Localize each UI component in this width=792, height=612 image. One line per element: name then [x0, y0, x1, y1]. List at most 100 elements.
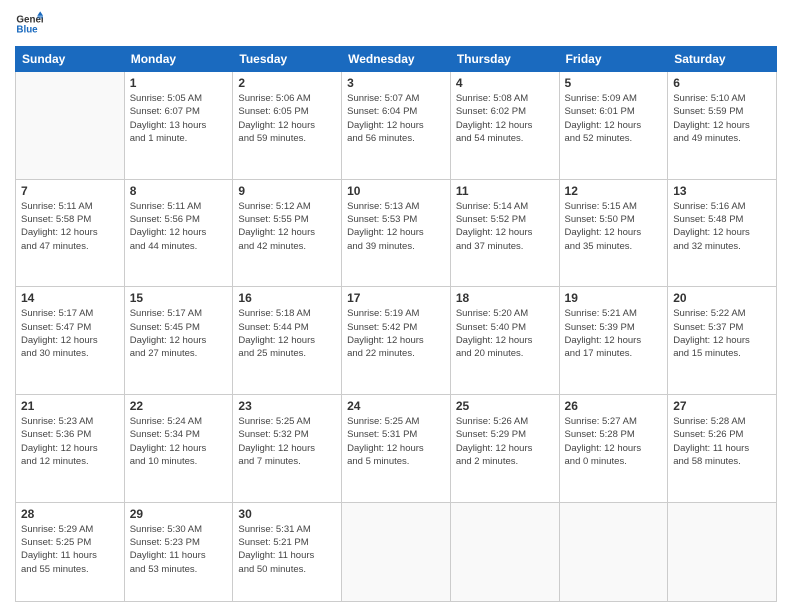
day-info: Sunrise: 5:25 AMSunset: 5:32 PMDaylight:…	[238, 415, 336, 468]
day-number: 23	[238, 399, 336, 413]
day-number: 5	[565, 76, 663, 90]
day-info: Sunrise: 5:15 AMSunset: 5:50 PMDaylight:…	[565, 200, 663, 253]
weekday-saturday: Saturday	[668, 47, 777, 72]
day-info: Sunrise: 5:12 AMSunset: 5:55 PMDaylight:…	[238, 200, 336, 253]
day-number: 4	[456, 76, 554, 90]
calendar-cell: 18 Sunrise: 5:20 AMSunset: 5:40 PMDayligh…	[450, 287, 559, 395]
calendar-cell: 13 Sunrise: 5:16 AMSunset: 5:48 PMDayligh…	[668, 179, 777, 287]
calendar-cell: 28Sunrise: 5:29 AMSunset: 5:25 PMDayligh…	[16, 502, 125, 601]
calendar-week-4: 28Sunrise: 5:29 AMSunset: 5:25 PMDayligh…	[16, 502, 777, 601]
day-info: Sunrise: 5:18 AMSunset: 5:44 PMDaylight:…	[238, 307, 336, 360]
day-number: 18	[456, 291, 554, 305]
day-info: Sunrise: 5:14 AMSunset: 5:52 PMDaylight:…	[456, 200, 554, 253]
day-info: Sunrise: 5:06 AMSunset: 6:05 PMDaylight:…	[238, 92, 336, 145]
day-number: 12	[565, 184, 663, 198]
day-info: Sunrise: 5:20 AMSunset: 5:40 PMDaylight:…	[456, 307, 554, 360]
day-number: 2	[238, 76, 336, 90]
calendar-cell: 30Sunrise: 5:31 AMSunset: 5:21 PMDayligh…	[233, 502, 342, 601]
weekday-wednesday: Wednesday	[342, 47, 451, 72]
day-number: 20	[673, 291, 771, 305]
calendar-week-2: 14 Sunrise: 5:17 AMSunset: 5:47 PMDayligh…	[16, 287, 777, 395]
calendar-cell: 7 Sunrise: 5:11 AMSunset: 5:58 PMDaylight…	[16, 179, 125, 287]
calendar-cell: 4 Sunrise: 5:08 AMSunset: 6:02 PMDaylight…	[450, 72, 559, 180]
weekday-sunday: Sunday	[16, 47, 125, 72]
day-info: Sunrise: 5:27 AMSunset: 5:28 PMDaylight:…	[565, 415, 663, 468]
day-number: 8	[130, 184, 228, 198]
calendar-cell: 26 Sunrise: 5:27 AMSunset: 5:28 PMDayligh…	[559, 395, 668, 503]
day-number: 26	[565, 399, 663, 413]
calendar-week-1: 7 Sunrise: 5:11 AMSunset: 5:58 PMDaylight…	[16, 179, 777, 287]
calendar-cell: 9 Sunrise: 5:12 AMSunset: 5:55 PMDaylight…	[233, 179, 342, 287]
day-number: 21	[21, 399, 119, 413]
day-number: 29	[130, 507, 228, 521]
day-number: 9	[238, 184, 336, 198]
calendar-body: 1 Sunrise: 5:05 AMSunset: 6:07 PMDaylight…	[16, 72, 777, 602]
calendar-cell: 19 Sunrise: 5:21 AMSunset: 5:39 PMDayligh…	[559, 287, 668, 395]
day-info: Sunrise: 5:29 AMSunset: 5:25 PMDaylight:…	[21, 523, 119, 576]
day-info: Sunrise: 5:31 AMSunset: 5:21 PMDaylight:…	[238, 523, 336, 576]
day-info: Sunrise: 5:25 AMSunset: 5:31 PMDaylight:…	[347, 415, 445, 468]
day-number: 27	[673, 399, 771, 413]
day-number: 11	[456, 184, 554, 198]
day-info: Sunrise: 5:21 AMSunset: 5:39 PMDaylight:…	[565, 307, 663, 360]
day-info: Sunrise: 5:11 AMSunset: 5:56 PMDaylight:…	[130, 200, 228, 253]
day-info: Sunrise: 5:08 AMSunset: 6:02 PMDaylight:…	[456, 92, 554, 145]
day-number: 19	[565, 291, 663, 305]
day-info: Sunrise: 5:05 AMSunset: 6:07 PMDaylight:…	[130, 92, 228, 145]
day-info: Sunrise: 5:16 AMSunset: 5:48 PMDaylight:…	[673, 200, 771, 253]
day-number: 14	[21, 291, 119, 305]
calendar-cell: 17Sunrise: 5:19 AMSunset: 5:42 PMDayligh…	[342, 287, 451, 395]
day-info: Sunrise: 5:07 AMSunset: 6:04 PMDaylight:…	[347, 92, 445, 145]
calendar-cell: 12 Sunrise: 5:15 AMSunset: 5:50 PMDayligh…	[559, 179, 668, 287]
logo-icon: General Blue	[15, 10, 43, 38]
calendar-cell: 16 Sunrise: 5:18 AMSunset: 5:44 PMDayligh…	[233, 287, 342, 395]
calendar-week-0: 1 Sunrise: 5:05 AMSunset: 6:07 PMDaylight…	[16, 72, 777, 180]
calendar-cell: 20Sunrise: 5:22 AMSunset: 5:37 PMDayligh…	[668, 287, 777, 395]
day-info: Sunrise: 5:19 AMSunset: 5:42 PMDaylight:…	[347, 307, 445, 360]
day-info: Sunrise: 5:13 AMSunset: 5:53 PMDaylight:…	[347, 200, 445, 253]
calendar-cell: 29 Sunrise: 5:30 AMSunset: 5:23 PMDayligh…	[124, 502, 233, 601]
day-number: 15	[130, 291, 228, 305]
calendar-cell	[16, 72, 125, 180]
day-number: 7	[21, 184, 119, 198]
calendar-cell	[342, 502, 451, 601]
calendar-cell: 3 Sunrise: 5:07 AMSunset: 6:04 PMDaylight…	[342, 72, 451, 180]
calendar-cell: 5 Sunrise: 5:09 AMSunset: 6:01 PMDaylight…	[559, 72, 668, 180]
logo: General Blue	[15, 10, 43, 38]
calendar-cell	[668, 502, 777, 601]
calendar-cell: 27Sunrise: 5:28 AMSunset: 5:26 PMDayligh…	[668, 395, 777, 503]
calendar-cell: 21 Sunrise: 5:23 AMSunset: 5:36 PMDayligh…	[16, 395, 125, 503]
weekday-header-row: SundayMondayTuesdayWednesdayThursdayFrid…	[16, 47, 777, 72]
day-info: Sunrise: 5:30 AMSunset: 5:23 PMDaylight:…	[130, 523, 228, 576]
day-number: 24	[347, 399, 445, 413]
calendar-cell	[450, 502, 559, 601]
weekday-thursday: Thursday	[450, 47, 559, 72]
day-info: Sunrise: 5:26 AMSunset: 5:29 PMDaylight:…	[456, 415, 554, 468]
calendar-cell	[559, 502, 668, 601]
calendar-cell: 11 Sunrise: 5:14 AMSunset: 5:52 PMDayligh…	[450, 179, 559, 287]
page-header: General Blue	[15, 10, 777, 38]
calendar-cell: 23 Sunrise: 5:25 AMSunset: 5:32 PMDayligh…	[233, 395, 342, 503]
day-number: 1	[130, 76, 228, 90]
day-info: Sunrise: 5:11 AMSunset: 5:58 PMDaylight:…	[21, 200, 119, 253]
calendar-cell: 15 Sunrise: 5:17 AMSunset: 5:45 PMDayligh…	[124, 287, 233, 395]
day-info: Sunrise: 5:17 AMSunset: 5:45 PMDaylight:…	[130, 307, 228, 360]
day-number: 13	[673, 184, 771, 198]
calendar-cell: 2 Sunrise: 5:06 AMSunset: 6:05 PMDaylight…	[233, 72, 342, 180]
day-number: 16	[238, 291, 336, 305]
weekday-monday: Monday	[124, 47, 233, 72]
calendar-cell: 22Sunrise: 5:24 AMSunset: 5:34 PMDayligh…	[124, 395, 233, 503]
calendar-table: SundayMondayTuesdayWednesdayThursdayFrid…	[15, 46, 777, 602]
weekday-tuesday: Tuesday	[233, 47, 342, 72]
calendar-cell: 1 Sunrise: 5:05 AMSunset: 6:07 PMDaylight…	[124, 72, 233, 180]
day-info: Sunrise: 5:09 AMSunset: 6:01 PMDaylight:…	[565, 92, 663, 145]
day-number: 25	[456, 399, 554, 413]
day-number: 3	[347, 76, 445, 90]
day-info: Sunrise: 5:10 AMSunset: 5:59 PMDaylight:…	[673, 92, 771, 145]
day-info: Sunrise: 5:23 AMSunset: 5:36 PMDaylight:…	[21, 415, 119, 468]
day-info: Sunrise: 5:17 AMSunset: 5:47 PMDaylight:…	[21, 307, 119, 360]
calendar-cell: 25 Sunrise: 5:26 AMSunset: 5:29 PMDayligh…	[450, 395, 559, 503]
day-number: 6	[673, 76, 771, 90]
calendar-week-3: 21 Sunrise: 5:23 AMSunset: 5:36 PMDayligh…	[16, 395, 777, 503]
day-number: 22	[130, 399, 228, 413]
